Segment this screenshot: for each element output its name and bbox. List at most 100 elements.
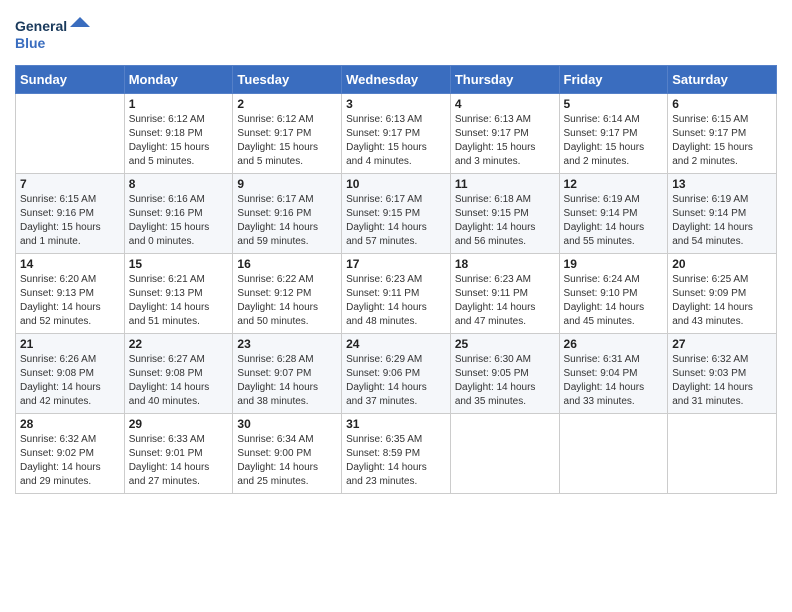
cell-info: Sunrise: 6:28 AM Sunset: 9:07 PM Dayligh… (237, 353, 337, 409)
cell-info: Sunrise: 6:33 AM Sunset: 9:01 PM Dayligh… (129, 433, 229, 489)
day-number: 19 (564, 257, 664, 271)
day-number: 2 (237, 97, 337, 111)
cell-info: Sunrise: 6:21 AM Sunset: 9:13 PM Dayligh… (129, 273, 229, 329)
calendar-cell: 22Sunrise: 6:27 AM Sunset: 9:08 PM Dayli… (124, 334, 233, 414)
day-number: 25 (455, 337, 555, 351)
cell-info: Sunrise: 6:34 AM Sunset: 9:00 PM Dayligh… (237, 433, 337, 489)
cell-info: Sunrise: 6:15 AM Sunset: 9:17 PM Dayligh… (672, 113, 772, 169)
cell-info: Sunrise: 6:32 AM Sunset: 9:03 PM Dayligh… (672, 353, 772, 409)
column-header-friday: Friday (559, 66, 668, 94)
cell-info: Sunrise: 6:19 AM Sunset: 9:14 PM Dayligh… (672, 193, 772, 249)
calendar-cell: 15Sunrise: 6:21 AM Sunset: 9:13 PM Dayli… (124, 254, 233, 334)
logo: General Blue (15, 15, 95, 55)
calendar-cell: 27 Sunrise: 6:32 AM Sunset: 9:03 PM Dayli… (668, 334, 777, 414)
cell-info: Sunrise: 6:30 AM Sunset: 9:05 PM Dayligh… (455, 353, 555, 409)
calendar-cell: 17 Sunrise: 6:23 AM Sunset: 9:11 PM Dayli… (342, 254, 451, 334)
day-number: 14 (20, 257, 120, 271)
cell-info: Sunrise: 6:12 AM Sunset: 9:17 PM Dayligh… (237, 113, 337, 169)
day-number: 11 (455, 177, 555, 191)
logo-icon: General Blue (15, 15, 95, 55)
cell-info: Sunrise: 6:25 AM Sunset: 9:09 PM Dayligh… (672, 273, 772, 329)
calendar-cell: 19 Sunrise: 6:24 AM Sunset: 9:10 PM Dayli… (559, 254, 668, 334)
day-number: 27 (672, 337, 772, 351)
day-number: 28 (20, 417, 120, 431)
calendar-cell (450, 414, 559, 494)
day-number: 20 (672, 257, 772, 271)
cell-info: Sunrise: 6:22 AM Sunset: 9:12 PM Dayligh… (237, 273, 337, 329)
column-header-sunday: Sunday (16, 66, 125, 94)
calendar-cell: 9 Sunrise: 6:17 AM Sunset: 9:16 PM Daylig… (233, 174, 342, 254)
day-number: 26 (564, 337, 664, 351)
day-number: 12 (564, 177, 664, 191)
cell-info: Sunrise: 6:35 AM Sunset: 8:59 PM Dayligh… (346, 433, 446, 489)
cell-info: Sunrise: 6:18 AM Sunset: 9:15 PM Dayligh… (455, 193, 555, 249)
day-number: 22 (129, 337, 229, 351)
calendar-cell: 21 Sunrise: 6:26 AM Sunset: 9:08 PM Dayli… (16, 334, 125, 414)
column-header-tuesday: Tuesday (233, 66, 342, 94)
cell-info: Sunrise: 6:23 AM Sunset: 9:11 PM Dayligh… (346, 273, 446, 329)
calendar-cell: 16 Sunrise: 6:22 AM Sunset: 9:12 PM Dayli… (233, 254, 342, 334)
cell-info: Sunrise: 6:31 AM Sunset: 9:04 PM Dayligh… (564, 353, 664, 409)
day-number: 3 (346, 97, 446, 111)
day-number: 5 (564, 97, 664, 111)
day-number: 1 (129, 97, 229, 111)
day-number: 17 (346, 257, 446, 271)
svg-text:General: General (15, 18, 67, 34)
cell-info: Sunrise: 6:23 AM Sunset: 9:11 PM Dayligh… (455, 273, 555, 329)
calendar-cell: 20 Sunrise: 6:25 AM Sunset: 9:09 PM Dayli… (668, 254, 777, 334)
svg-text:Blue: Blue (15, 35, 46, 51)
day-number: 16 (237, 257, 337, 271)
cell-info: Sunrise: 6:16 AM Sunset: 9:16 PM Dayligh… (129, 193, 229, 249)
cell-info: Sunrise: 6:19 AM Sunset: 9:14 PM Dayligh… (564, 193, 664, 249)
day-number: 10 (346, 177, 446, 191)
day-number: 21 (20, 337, 120, 351)
day-number: 9 (237, 177, 337, 191)
column-header-thursday: Thursday (450, 66, 559, 94)
calendar-cell: 13 Sunrise: 6:19 AM Sunset: 9:14 PM Dayli… (668, 174, 777, 254)
page-header: General Blue (15, 15, 777, 55)
day-number: 29 (129, 417, 229, 431)
calendar-cell: 11 Sunrise: 6:18 AM Sunset: 9:15 PM Dayli… (450, 174, 559, 254)
cell-info: Sunrise: 6:12 AM Sunset: 9:18 PM Dayligh… (129, 113, 229, 169)
cell-info: Sunrise: 6:20 AM Sunset: 9:13 PM Dayligh… (20, 273, 120, 329)
calendar-cell: 10 Sunrise: 6:17 AM Sunset: 9:15 PM Dayli… (342, 174, 451, 254)
calendar-cell: 23 Sunrise: 6:28 AM Sunset: 9:07 PM Dayli… (233, 334, 342, 414)
calendar-cell: 26 Sunrise: 6:31 AM Sunset: 9:04 PM Dayli… (559, 334, 668, 414)
day-number: 18 (455, 257, 555, 271)
day-number: 7 (20, 177, 120, 191)
calendar-cell (559, 414, 668, 494)
week-row-5: 28Sunrise: 6:32 AM Sunset: 9:02 PM Dayli… (16, 414, 777, 494)
calendar-cell: 6 Sunrise: 6:15 AM Sunset: 9:17 PM Daylig… (668, 94, 777, 174)
cell-info: Sunrise: 6:14 AM Sunset: 9:17 PM Dayligh… (564, 113, 664, 169)
day-number: 6 (672, 97, 772, 111)
cell-info: Sunrise: 6:13 AM Sunset: 9:17 PM Dayligh… (455, 113, 555, 169)
week-row-1: 1 Sunrise: 6:12 AM Sunset: 9:18 PM Daylig… (16, 94, 777, 174)
cell-info: Sunrise: 6:29 AM Sunset: 9:06 PM Dayligh… (346, 353, 446, 409)
week-row-3: 14 Sunrise: 6:20 AM Sunset: 9:13 PM Dayli… (16, 254, 777, 334)
day-number: 24 (346, 337, 446, 351)
day-number: 13 (672, 177, 772, 191)
day-number: 31 (346, 417, 446, 431)
calendar-cell: 14 Sunrise: 6:20 AM Sunset: 9:13 PM Dayli… (16, 254, 125, 334)
calendar-cell: 29 Sunrise: 6:33 AM Sunset: 9:01 PM Dayli… (124, 414, 233, 494)
calendar-cell: 8 Sunrise: 6:16 AM Sunset: 9:16 PM Daylig… (124, 174, 233, 254)
cell-info: Sunrise: 6:24 AM Sunset: 9:10 PM Dayligh… (564, 273, 664, 329)
day-number: 23 (237, 337, 337, 351)
calendar-cell: 12 Sunrise: 6:19 AM Sunset: 9:14 PM Dayli… (559, 174, 668, 254)
calendar-cell: 7Sunrise: 6:15 AM Sunset: 9:16 PM Daylig… (16, 174, 125, 254)
cell-info: Sunrise: 6:17 AM Sunset: 9:16 PM Dayligh… (237, 193, 337, 249)
week-row-4: 21 Sunrise: 6:26 AM Sunset: 9:08 PM Dayli… (16, 334, 777, 414)
calendar-cell: 4 Sunrise: 6:13 AM Sunset: 9:17 PM Daylig… (450, 94, 559, 174)
header-row: SundayMondayTuesdayWednesdayThursdayFrid… (16, 66, 777, 94)
calendar-cell: 5 Sunrise: 6:14 AM Sunset: 9:17 PM Daylig… (559, 94, 668, 174)
cell-info: Sunrise: 6:26 AM Sunset: 9:08 PM Dayligh… (20, 353, 120, 409)
day-number: 8 (129, 177, 229, 191)
day-number: 4 (455, 97, 555, 111)
column-header-saturday: Saturday (668, 66, 777, 94)
column-header-monday: Monday (124, 66, 233, 94)
calendar-cell: 18 Sunrise: 6:23 AM Sunset: 9:11 PM Dayli… (450, 254, 559, 334)
cell-info: Sunrise: 6:17 AM Sunset: 9:15 PM Dayligh… (346, 193, 446, 249)
column-header-wednesday: Wednesday (342, 66, 451, 94)
calendar-cell (16, 94, 125, 174)
calendar-cell: 25 Sunrise: 6:30 AM Sunset: 9:05 PM Dayli… (450, 334, 559, 414)
